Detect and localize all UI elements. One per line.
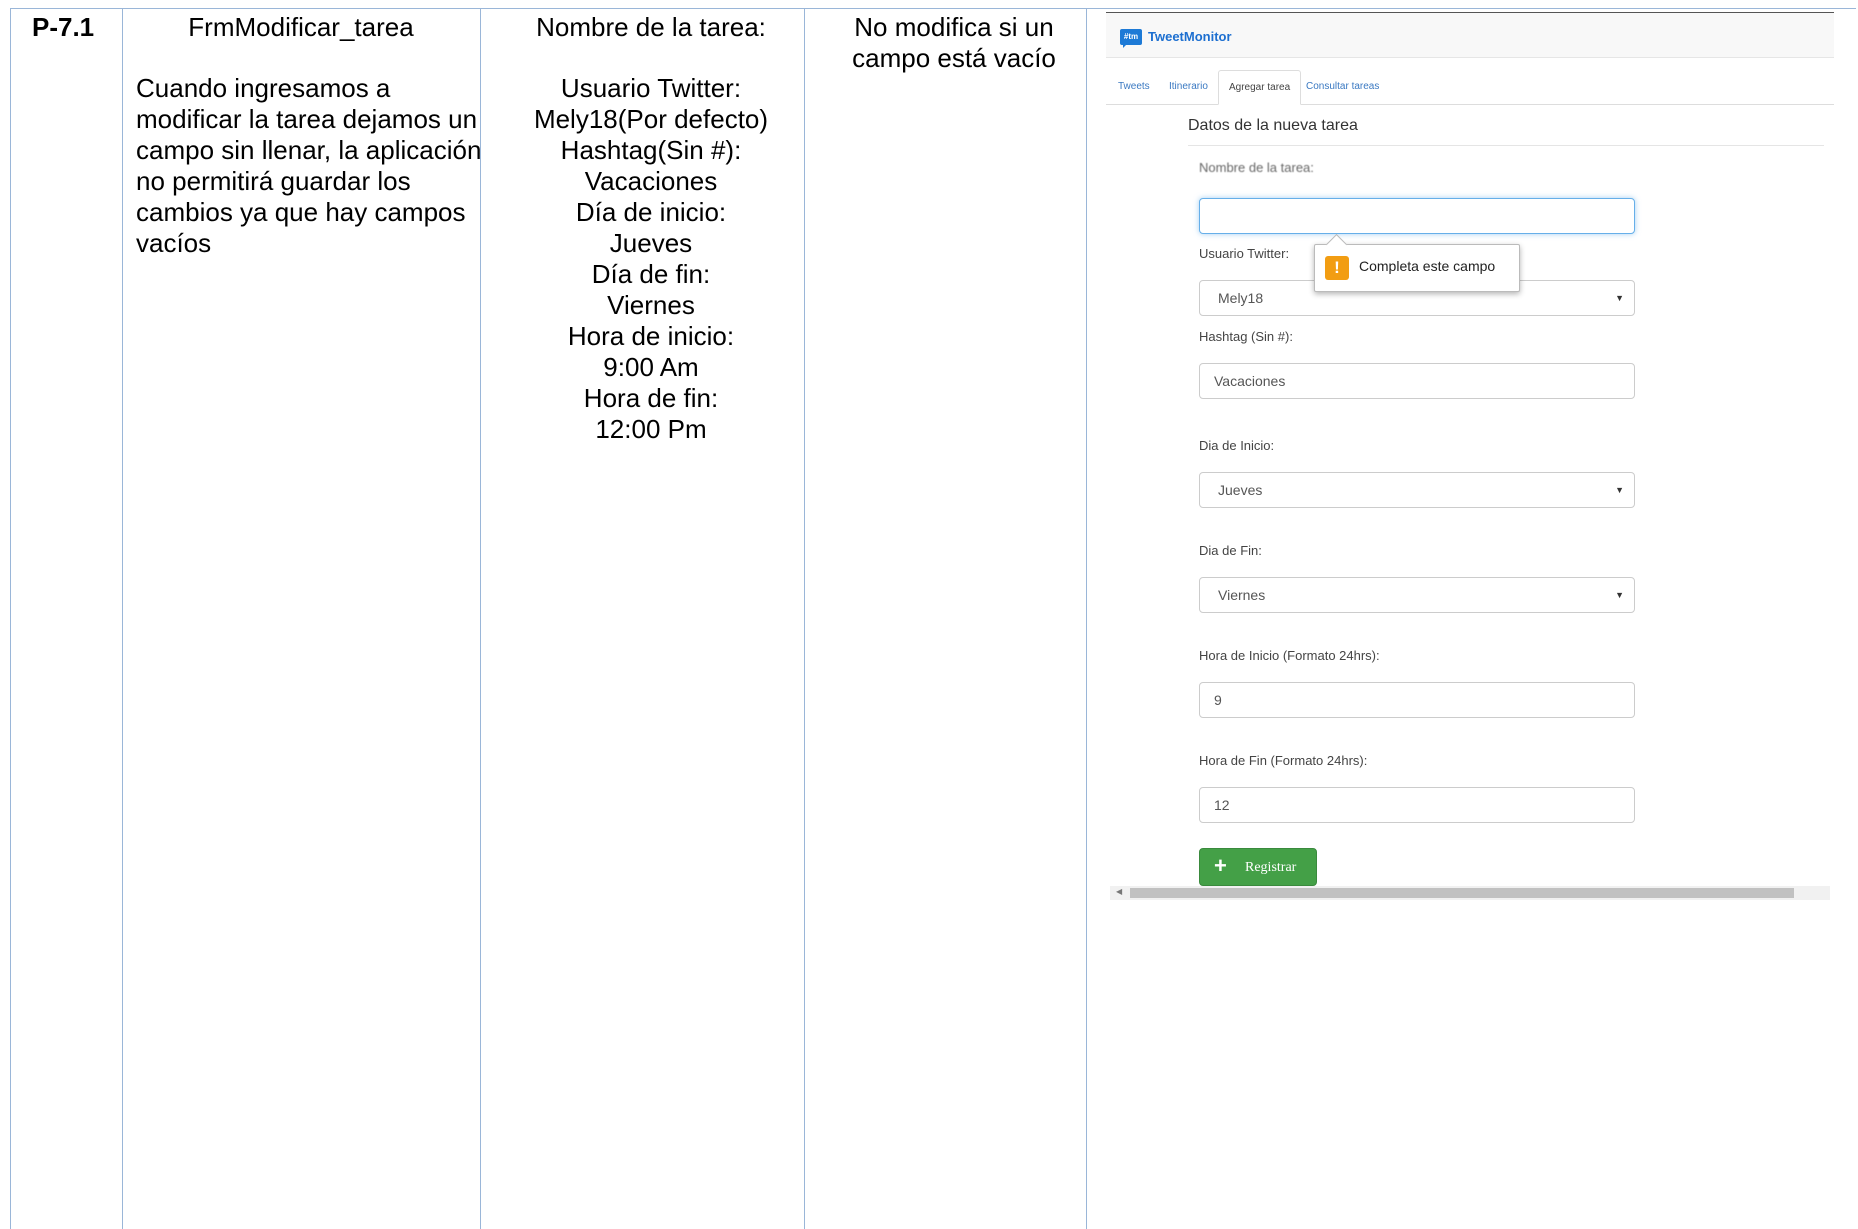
section-title: Datos de la nueva tarea <box>1188 117 1358 134</box>
registrar-button[interactable]: + Registrar <box>1199 848 1317 886</box>
data-line: Vacaciones <box>584 166 718 196</box>
dia-inicio-label: Dia de Inicio: <box>1199 438 1275 453</box>
warning-icon: ! <box>1325 256 1349 280</box>
scroll-left-icon[interactable]: ◀ <box>1116 887 1122 896</box>
data-line: Hora de inicio: <box>567 321 735 351</box>
hashtag-label: Hashtag (Sin #): <box>1199 329 1293 344</box>
column-divider <box>1086 8 1087 1229</box>
data-line: Día de fin: <box>591 259 711 289</box>
divider <box>1188 145 1824 146</box>
app-screenshot: #tm TweetMonitor Tweets Itinerario Agreg… <box>1106 12 1834 902</box>
data-line: Viernes <box>607 290 695 320</box>
dia-inicio-select[interactable]: Jueves ▼ <box>1199 472 1635 508</box>
logo-icon[interactable]: #tm <box>1120 29 1142 45</box>
tooltip-arrow <box>1325 233 1348 256</box>
input-data-cell: Nombre de la tarea: Usuario Twitter: Mel… <box>490 12 812 445</box>
test-id: P-7.1 <box>32 12 95 42</box>
dia-fin-label: Dia de Fin: <box>1199 543 1262 558</box>
tooltip-message: Completa este campo <box>1359 258 1496 274</box>
tab-itinerario[interactable]: Itinerario <box>1159 70 1218 103</box>
logo-icon-tail <box>1123 44 1127 48</box>
hora-inicio-input[interactable]: 9 <box>1199 682 1635 718</box>
description-cell: FrmModificar_tarea Cuando ingresamos a m… <box>136 12 486 259</box>
dia-fin-value: Viernes <box>1218 587 1266 603</box>
navbar: #tm TweetMonitor <box>1106 13 1834 58</box>
hora-fin-label: Hora de Fin (Formato 24hrs): <box>1199 753 1368 768</box>
data-line: Hashtag(Sin #): <box>560 135 742 165</box>
registrar-label: Registrar <box>1245 860 1297 875</box>
caret-down-icon: ▼ <box>1615 293 1624 303</box>
form-name: FrmModificar_tarea <box>188 12 414 42</box>
data-line: Nombre de la tarea: <box>536 12 766 42</box>
caret-down-icon: ▼ <box>1615 590 1624 600</box>
scroll-thumb[interactable] <box>1130 888 1794 898</box>
data-line: Jueves <box>609 228 693 258</box>
validation-tooltip: ! Completa este campo <box>1314 233 1520 292</box>
tab-consultar-tareas[interactable]: Consultar tareas <box>1296 70 1389 103</box>
hashtag-input[interactable]: Vacaciones <box>1199 363 1635 399</box>
table-top-border <box>10 8 1856 9</box>
data-line: 9:00 Am <box>603 352 699 382</box>
brand-name[interactable]: TweetMonitor <box>1148 29 1232 44</box>
data-line: Hora de fin: <box>583 383 719 413</box>
data-line: Usuario Twitter: <box>560 73 742 103</box>
nombre-label: Nombre de la tarea: <box>1199 160 1314 175</box>
tab-bar: Tweets Itinerario Agregar tarea Consulta… <box>1106 70 1834 105</box>
data-line: Mely18(Por defecto) <box>533 104 769 134</box>
horizontal-scrollbar[interactable]: ◀ <box>1110 886 1830 900</box>
dia-fin-select[interactable]: Viernes ▼ <box>1199 577 1635 613</box>
column-divider <box>122 8 123 1229</box>
usuario-value: Mely18 <box>1218 290 1264 306</box>
test-description: Cuando ingresamos a modificar la tarea d… <box>136 73 482 258</box>
caret-down-icon: ▼ <box>1615 485 1624 495</box>
usuario-label: Usuario Twitter: <box>1199 246 1290 261</box>
dia-inicio-value: Jueves <box>1218 482 1263 498</box>
nombre-input[interactable] <box>1199 198 1635 234</box>
plus-icon: + <box>1214 853 1227 878</box>
tab-tweets[interactable]: Tweets <box>1108 70 1160 103</box>
hora-inicio-label: Hora de Inicio (Formato 24hrs): <box>1199 648 1380 663</box>
tab-agregar-tarea[interactable]: Agregar tarea <box>1218 70 1302 105</box>
column-divider <box>10 8 11 1229</box>
expected-result: No modifica si un campo está vacío <box>852 12 1056 73</box>
data-line: Día de inicio: <box>575 197 727 227</box>
hora-fin-input[interactable]: 12 <box>1199 787 1635 823</box>
data-line: 12:00 Pm <box>595 414 707 444</box>
